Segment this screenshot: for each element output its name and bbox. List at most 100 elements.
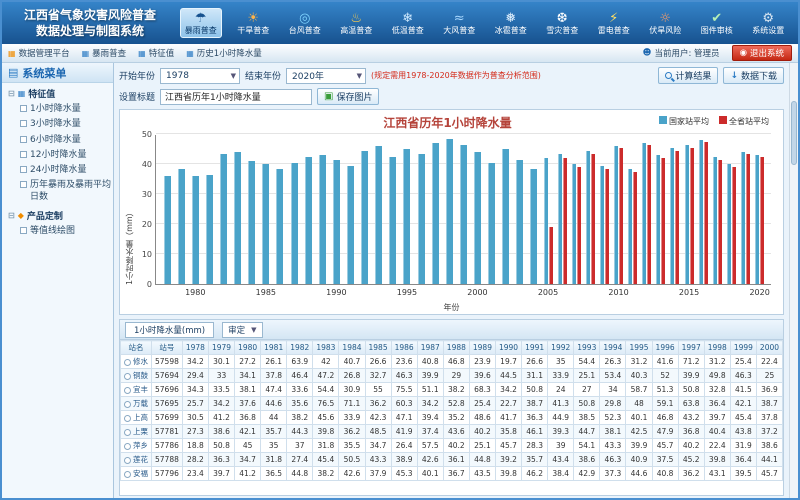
table-row[interactable]: 萍乡5778618.850.845353731.835.534.726.457.… bbox=[121, 439, 784, 453]
sidebar-item-24小时降水量[interactable]: 24小时降水量 bbox=[2, 163, 113, 178]
tree-expander-icon[interactable]: ⊟ bbox=[8, 89, 15, 98]
sidebar-item-等值线绘图[interactable]: 等值线绘图 bbox=[2, 224, 113, 239]
value-cell: 34.2 bbox=[182, 355, 208, 369]
bar-national bbox=[375, 146, 382, 284]
calculate-button[interactable]: 计算结果 bbox=[658, 67, 718, 84]
value-cell: 44.8 bbox=[469, 453, 495, 467]
start-year-select[interactable]: 1978 ▼ bbox=[160, 68, 240, 84]
tree-expander-icon[interactable]: ⊟ bbox=[8, 211, 15, 220]
toolbar-item-label: 系统设置 bbox=[752, 26, 784, 36]
x-tick-label: 2000 bbox=[467, 288, 487, 297]
item-checkbox[interactable] bbox=[20, 166, 27, 173]
download-button[interactable]: ↓ 数据下载 bbox=[723, 67, 784, 84]
col-year: 1988 bbox=[443, 341, 469, 355]
table-row[interactable]: 上栗5778127.338.642.135.744.339.836.248.54… bbox=[121, 425, 784, 439]
table-row[interactable]: 上高5769930.541.236.84438.245.633.942.347.… bbox=[121, 411, 784, 425]
item-checkbox[interactable] bbox=[20, 120, 27, 127]
row-radio[interactable] bbox=[124, 401, 131, 408]
toolbar-item-label: 图件审核 bbox=[701, 26, 733, 36]
toolbar-item-snow[interactable]: ❆雪灾普查 bbox=[542, 9, 582, 38]
toolbar-item-lightning[interactable]: ⚡雷电普查 bbox=[594, 9, 634, 38]
value-cell: 27 bbox=[574, 383, 600, 397]
bar-national bbox=[460, 145, 467, 285]
toolbar-item-cold[interactable]: ❄低温普查 bbox=[388, 9, 428, 38]
row-radio[interactable] bbox=[124, 429, 131, 436]
table-row[interactable]: 莲花5778828.236.334.731.827.445.450.543.33… bbox=[121, 453, 784, 467]
tab-item[interactable]: ▦数据管理平台 bbox=[8, 47, 70, 59]
toolbar-item-label: 伏旱风险 bbox=[649, 26, 681, 36]
value-cell: 50.8 bbox=[678, 383, 704, 397]
row-radio[interactable] bbox=[124, 443, 131, 450]
item-checkbox[interactable] bbox=[20, 136, 27, 143]
sidebar-item-1小时降水量[interactable]: 1小时降水量 bbox=[2, 102, 113, 117]
bar-group-1988 bbox=[301, 135, 315, 284]
save-image-button[interactable]: ▣ 保存图片 bbox=[317, 88, 379, 105]
toolbar-item-review[interactable]: ✔图件审核 bbox=[697, 9, 737, 38]
scrollbar-thumb[interactable] bbox=[791, 101, 797, 165]
bar-provincial bbox=[619, 148, 623, 285]
toolbar-item-hail[interactable]: ❅冰雹普查 bbox=[491, 9, 531, 38]
plot-wrap: 1小时降水量（mm） 01020304050 19801985199019952… bbox=[124, 133, 771, 301]
sidebar-group-特征值[interactable]: ⊟▦特征值 bbox=[2, 83, 113, 102]
sidebar-item-6小时降水量[interactable]: 6小时降水量 bbox=[2, 133, 113, 148]
bar-group-1983 bbox=[231, 135, 245, 284]
value-cell: 38.6 bbox=[208, 425, 234, 439]
toolbar-item-rainstorm[interactable]: ☂暴雨普查 bbox=[180, 8, 222, 39]
review-filter-select[interactable]: 审定 ▼ bbox=[222, 322, 262, 338]
value-cell: 35.7 bbox=[522, 453, 548, 467]
toolbar-item-heat[interactable]: ♨高温普查 bbox=[336, 9, 376, 38]
value-cell: 18.8 bbox=[182, 439, 208, 453]
tab-item[interactable]: ▦暴雨普查 bbox=[82, 47, 127, 59]
row-radio[interactable] bbox=[124, 359, 131, 366]
row-radio[interactable] bbox=[124, 457, 131, 464]
toolbar-item-wind[interactable]: ≈大风普查 bbox=[439, 9, 479, 38]
value-cell: 46.3 bbox=[730, 369, 756, 383]
toolbar-item-summer-drought[interactable]: ☼伏旱风险 bbox=[645, 9, 685, 38]
row-radio[interactable] bbox=[124, 373, 131, 380]
item-checkbox[interactable] bbox=[20, 151, 27, 158]
item-checkbox[interactable] bbox=[20, 105, 27, 112]
sidebar-item-12小时降水量[interactable]: 12小时降水量 bbox=[2, 148, 113, 163]
value-cell: 22.4 bbox=[756, 355, 782, 369]
table-tab-hourly[interactable]: 1小时降水量(mm) bbox=[125, 322, 214, 338]
toolbar-item-drought-sun[interactable]: ☀干旱普查 bbox=[233, 9, 273, 38]
tab-item[interactable]: ▦历史1小时降水量 bbox=[186, 47, 261, 59]
end-year-select[interactable]: 2020年 ▼ bbox=[286, 68, 366, 84]
value-cell: 40.8 bbox=[417, 355, 443, 369]
table-row[interactable]: 修水5759834.230.127.226.163.94240.726.623.… bbox=[121, 355, 784, 369]
legend-item: 国家站平均 bbox=[659, 116, 709, 127]
row-radio[interactable] bbox=[124, 415, 131, 422]
table-scroll-area[interactable]: 站名站号197819791980198119821983198419851986… bbox=[120, 340, 783, 495]
item-checkbox[interactable] bbox=[20, 181, 27, 188]
bar-group-2012 bbox=[640, 135, 654, 284]
sidebar-item-历年暴雨及暴雨平均日数[interactable]: 历年暴雨及暴雨平均日数 bbox=[2, 178, 113, 205]
toolbar-item-settings[interactable]: ⚙系统设置 bbox=[748, 9, 788, 38]
logout-button[interactable]: ◉ 退出系统 bbox=[732, 45, 792, 61]
sidebar-item-3小时降水量[interactable]: 3小时降水量 bbox=[2, 117, 113, 132]
y-tick-label: 20 bbox=[142, 220, 152, 229]
item-checkbox[interactable] bbox=[20, 227, 27, 234]
app-title-line1: 江西省气象灾害风险普查 bbox=[6, 7, 174, 23]
chart-title-input[interactable]: 江西省历年1小时降水量 bbox=[160, 89, 312, 105]
row-radio[interactable] bbox=[124, 471, 131, 478]
value-cell: 46.4 bbox=[287, 369, 313, 383]
bar-provincial bbox=[563, 158, 567, 284]
row-radio[interactable] bbox=[124, 387, 131, 394]
value-cell: 46.2 bbox=[522, 467, 548, 481]
value-cell: 43.5 bbox=[469, 467, 495, 481]
tab-item-label: 特征值 bbox=[149, 47, 175, 59]
table-row[interactable]: 安福5779623.439.741.236.544.838.242.637.94… bbox=[121, 467, 784, 481]
value-cell: 44.6 bbox=[626, 467, 652, 481]
bar-provincial bbox=[732, 167, 736, 284]
table-tab-bar: 1小时降水量(mm) 审定 ▼ bbox=[120, 320, 783, 340]
table-row[interactable]: 宜丰5769634.333.538.147.433.654.430.95575.… bbox=[121, 383, 784, 397]
value-cell: 37.9 bbox=[365, 467, 391, 481]
table-row[interactable]: 万载5769525.734.237.644.635.676.571.136.26… bbox=[121, 397, 784, 411]
station-id-cell: 57786 bbox=[152, 439, 183, 453]
tab-item[interactable]: ▦特征值 bbox=[138, 47, 174, 59]
value-cell: 59.1 bbox=[652, 397, 678, 411]
vertical-scrollbar[interactable] bbox=[789, 63, 798, 498]
toolbar-item-typhoon[interactable]: ◎台风普查 bbox=[285, 9, 325, 38]
sidebar-group-产品定制[interactable]: ⊟◆产品定制 bbox=[2, 205, 113, 224]
table-row[interactable]: 铜鼓5769429.43334.137.846.447.226.832.746.… bbox=[121, 369, 784, 383]
